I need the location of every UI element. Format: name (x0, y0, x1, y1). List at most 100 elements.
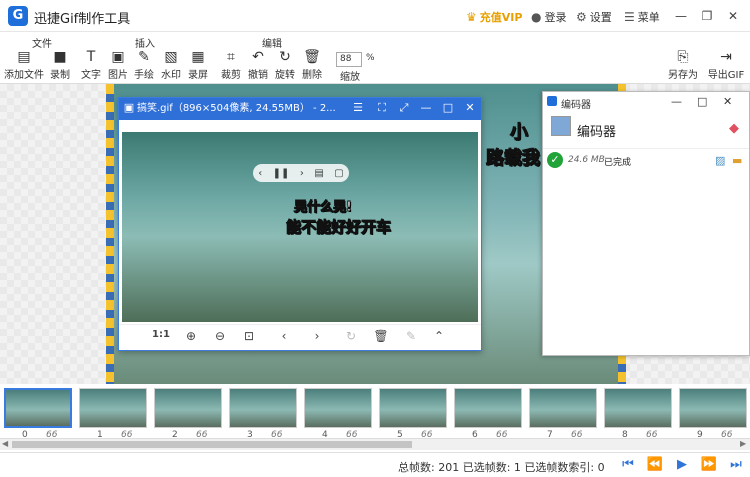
frame-thumbnail[interactable]: 566 ms (379, 388, 447, 450)
save-as-button[interactable]: ⎘ 另存为 (664, 49, 702, 81)
check-icon: ✓ (547, 152, 563, 168)
frame-strip-scrollbar[interactable]: ◀ ▶ (0, 438, 750, 450)
viewer-menu-button[interactable]: ☰ (351, 101, 365, 114)
next-frame-icon[interactable]: › (300, 168, 304, 179)
export-icon: ⇥ (720, 49, 732, 65)
delete-button[interactable]: 🗑 删除 (297, 49, 327, 81)
encoder-image-icon (551, 116, 571, 136)
save-as-label: 另存为 (668, 70, 698, 81)
scrollbar-thumb[interactable] (12, 441, 412, 448)
eraser-icon[interactable]: ◆ (729, 121, 739, 136)
close-button[interactable]: ✕ (724, 7, 742, 25)
frame-thumb-image (529, 388, 597, 428)
rotate-image-icon[interactable]: ↻ (341, 329, 361, 343)
actual-size-button[interactable]: 1:1 (151, 329, 171, 340)
zoom-in-icon[interactable]: ⊕ (181, 329, 201, 343)
frame-thumb-image (304, 388, 372, 428)
next-image-icon[interactable]: › (307, 329, 327, 343)
scroll-left-icon[interactable]: ◀ (2, 439, 8, 448)
next-frame-button-icon[interactable]: ⏩ (699, 457, 719, 472)
encoder-window[interactable]: 编码器 — □ ✕ 编码器 ◆ ✓ 24.6 MB 已完成 ▨ ▬ (542, 91, 750, 356)
play-icon[interactable]: ▶ (672, 457, 692, 472)
viewer-fullscreen-button[interactable]: ⛶ (375, 101, 389, 115)
frame-thumbnail[interactable]: 166 ms (79, 388, 147, 450)
export-gif-button[interactable]: ⇥ 导出GIF (705, 49, 747, 81)
add-file-label: 添加文件 (4, 70, 44, 81)
encoder-job-row[interactable]: ✓ 24.6 MB 已完成 ▨ ▬ (543, 148, 749, 172)
pen-icon: ✎ (138, 49, 150, 65)
frame-thumb-image (454, 388, 522, 428)
zoom-label: 缩放 (340, 72, 360, 83)
login-label: 登录 (544, 11, 567, 24)
frame-thumbnail[interactable]: 966 ms (679, 388, 747, 450)
more-options-icon[interactable]: ⌃ (429, 329, 449, 343)
edit-image-icon[interactable]: ✎ (401, 329, 421, 343)
add-file-button[interactable]: ▤ 添加文件 (4, 49, 44, 81)
text-icon: T (86, 49, 96, 65)
folder-icon[interactable]: ▬ (732, 154, 742, 167)
hamburger-icon: ☰ (624, 10, 635, 24)
maximize-button[interactable]: ❐ (698, 7, 716, 25)
menu-button[interactable]: ☰ 菜单 (624, 9, 660, 25)
open-image-icon[interactable]: ▨ (715, 154, 725, 167)
watermark-button[interactable]: ▧ 水印 (156, 49, 186, 81)
group-edit-label: 编辑 (262, 39, 282, 50)
copy-frame-icon[interactable]: ▢ (334, 168, 343, 179)
frame-thumb-image (229, 388, 297, 428)
prev-frame-icon[interactable]: ‹ (258, 168, 262, 179)
frame-thumbnail[interactable]: 366 ms (229, 388, 297, 450)
rotate-button[interactable]: ↻ 旋转 (270, 49, 300, 81)
scroll-right-icon[interactable]: ▶ (740, 439, 746, 448)
record-button[interactable]: ■ 录制 (45, 49, 75, 81)
prev-image-icon[interactable]: ‹ (274, 329, 294, 343)
login-button[interactable]: ● 登录 (531, 9, 566, 25)
save-icon: ⎘ (677, 49, 689, 65)
prev-frame-button-icon[interactable]: ⏪ (645, 457, 665, 472)
draw-label: 手绘 (134, 70, 154, 81)
viewer-bottom-toolbar: 1:1 ⊕ ⊖ ⊡ ‹ › ↻ 🗑 ✎ ⌃ (119, 324, 481, 350)
text-button[interactable]: T 文字 (76, 49, 106, 81)
fit-window-icon[interactable]: ⊡ (239, 329, 259, 343)
viewer-minimize-button[interactable]: — (419, 101, 433, 114)
frame-thumbnail[interactable]: 466 ms (304, 388, 372, 450)
image-label: 图片 (108, 70, 128, 81)
file-icon: ▤ (17, 49, 31, 65)
viewer-close-button[interactable]: ✕ (463, 101, 477, 114)
frame-thumb-image (379, 388, 447, 428)
frame-thumbnail[interactable]: 266 ms (154, 388, 222, 450)
main-caption-line1: 小 (510, 122, 529, 144)
pause-icon[interactable]: ❚❚ (273, 168, 290, 179)
menu-label: 菜单 (637, 11, 660, 24)
screen-record-label: 录屏 (188, 70, 208, 81)
undo-button[interactable]: ↶ 撤销 (243, 49, 273, 81)
viewer-app-icon: ▣ (123, 101, 135, 114)
vip-button[interactable]: ♛ 充值VIP (466, 9, 522, 25)
frame-thumbnail[interactable]: 766 ms (529, 388, 597, 450)
delete-image-icon[interactable]: 🗑 (371, 329, 391, 343)
minimize-button[interactable]: — (672, 7, 690, 25)
crop-button[interactable]: ⌗ 裁剪 (216, 49, 246, 81)
encoder-maximize-button[interactable]: □ (697, 95, 707, 108)
zoom-out-icon[interactable]: ⊖ (210, 329, 230, 343)
text-label: 文字 (81, 70, 101, 81)
viewer-maximize-button[interactable]: □ (441, 101, 455, 114)
viewer-caption2: 能不能好好开车 (285, 218, 392, 237)
image-viewer-window[interactable]: 搞笑.gif（896×504像素, 24.55MB） - 2... ▣ ☰ ⛶ … (118, 97, 482, 351)
frame-thumb-image (4, 388, 72, 428)
frame-thumbnail[interactable]: 066 ms (4, 388, 72, 450)
settings-button[interactable]: ⚙ 设置 (576, 9, 612, 25)
encoder-header: 编码器 (577, 125, 617, 140)
draw-button[interactable]: ✎ 手绘 (129, 49, 159, 81)
save-frame-icon[interactable]: ▤ (314, 168, 323, 179)
viewer-expand-button[interactable]: ⤢ (397, 101, 411, 115)
encoder-close-button[interactable]: ✕ (723, 95, 732, 108)
zoom-input[interactable]: 88 (336, 52, 362, 67)
title-bar: G 迅捷Gif制作工具 ♛ 充值VIP ● 登录 ⚙ 设置 ☰ 菜单 — ❐ ✕ (0, 0, 750, 32)
frame-thumbnail[interactable]: 666 ms (454, 388, 522, 450)
last-frame-icon[interactable]: ⏭ (726, 457, 746, 472)
frame-thumbnail[interactable]: 866 ms (604, 388, 672, 450)
screen-record-button[interactable]: ▦ 录屏 (183, 49, 213, 81)
encoder-minimize-button[interactable]: — (671, 95, 682, 108)
first-frame-icon[interactable]: ⏮ (618, 457, 638, 472)
frame-thumb-image (604, 388, 672, 428)
